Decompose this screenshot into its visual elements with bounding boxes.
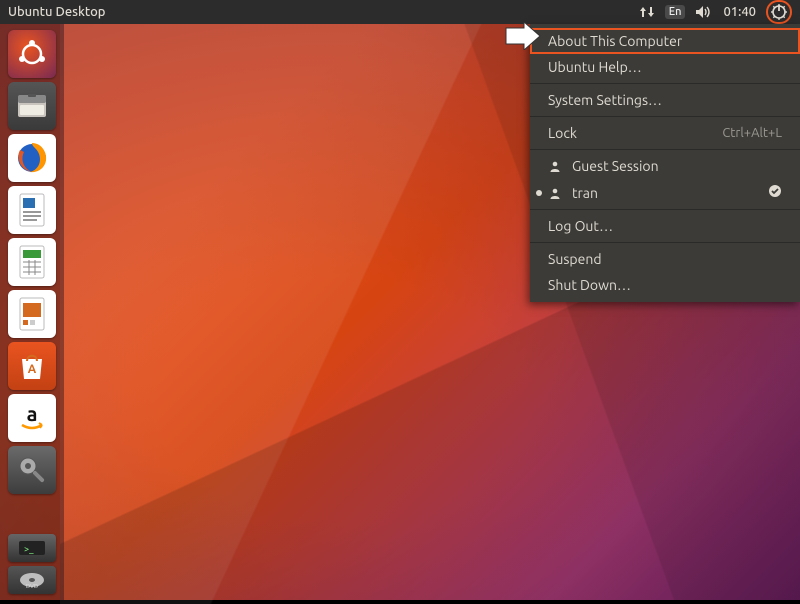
menu-shut-down[interactable]: Shut Down… [530, 272, 800, 298]
menu-label: Guest Session [572, 158, 659, 174]
clock-indicator[interactable]: 01:40 [723, 0, 756, 24]
launcher-impress[interactable] [8, 290, 56, 338]
amazon-icon: a [15, 401, 49, 435]
system-menu-button[interactable] [766, 0, 792, 24]
launcher: A a >_ DVD [0, 24, 64, 600]
launcher-writer[interactable] [8, 186, 56, 234]
menu-lock[interactable]: Lock Ctrl+Alt+L [530, 120, 800, 146]
active-user-dot [536, 190, 542, 196]
menu-label: tran [572, 185, 598, 201]
launcher-calc[interactable] [8, 238, 56, 286]
menu-shortcut: Ctrl+Alt+L [722, 126, 782, 140]
ubuntu-logo-icon [17, 39, 47, 69]
language-indicator[interactable]: En [665, 0, 686, 24]
menu-log-out[interactable]: Log Out… [530, 213, 800, 239]
menu-label: Ubuntu Help… [548, 59, 642, 75]
volume-indicator[interactable] [695, 0, 713, 24]
person-icon [548, 160, 562, 172]
files-icon [15, 91, 49, 121]
svg-text:DVD: DVD [26, 583, 38, 589]
menu-separator [530, 116, 800, 117]
person-icon [548, 187, 562, 199]
menu-label: Shut Down… [548, 277, 631, 293]
menu-about-this-computer[interactable]: About This Computer [530, 28, 800, 54]
menu-label: System Settings… [548, 92, 662, 108]
menu-user-tran[interactable]: tran [530, 179, 800, 206]
menu-label: Suspend [548, 251, 602, 267]
menu-label: About This Computer [548, 33, 682, 49]
network-updown-icon [639, 5, 655, 19]
launcher-dash[interactable] [8, 30, 56, 78]
launcher-amazon[interactable]: a [8, 394, 56, 442]
launcher-terminal[interactable]: >_ [8, 534, 56, 562]
gear-power-icon [771, 4, 787, 20]
gear-wrench-icon [15, 453, 49, 487]
shopping-bag-icon: A [18, 351, 46, 381]
impress-icon [15, 295, 49, 333]
menu-separator [530, 209, 800, 210]
annotation-arrow [504, 22, 542, 50]
system-menu: About This Computer Ubuntu Help… System … [530, 24, 800, 302]
menu-separator [530, 149, 800, 150]
calc-icon [15, 243, 49, 281]
svg-text:A: A [28, 363, 37, 376]
menu-ubuntu-help[interactable]: Ubuntu Help… [530, 54, 800, 80]
launcher-files[interactable] [8, 82, 56, 130]
network-indicator[interactable] [639, 0, 655, 24]
svg-text:a: a [27, 402, 38, 425]
menu-separator [530, 83, 800, 84]
menu-label: Log Out… [548, 218, 613, 234]
menu-label: Lock [548, 125, 577, 141]
menu-suspend[interactable]: Suspend [530, 246, 800, 272]
language-badge: En [665, 5, 686, 19]
volume-high-icon [695, 5, 713, 19]
launcher-settings[interactable] [8, 446, 56, 494]
firefox-icon [14, 140, 50, 176]
launcher-disk[interactable]: DVD [8, 566, 56, 594]
launcher-firefox[interactable] [8, 134, 56, 182]
writer-icon [15, 191, 49, 229]
svg-text:>_: >_ [24, 544, 34, 554]
terminal-icon: >_ [15, 539, 49, 557]
panel-title: Ubuntu Desktop [0, 5, 105, 19]
top-panel: Ubuntu Desktop En 01:40 [0, 0, 800, 24]
disc-icon: DVD [15, 571, 49, 589]
menu-guest-session[interactable]: Guest Session [530, 153, 800, 179]
menu-system-settings[interactable]: System Settings… [530, 87, 800, 113]
launcher-software[interactable]: A [8, 342, 56, 390]
menu-separator [530, 242, 800, 243]
check-icon [768, 184, 782, 201]
